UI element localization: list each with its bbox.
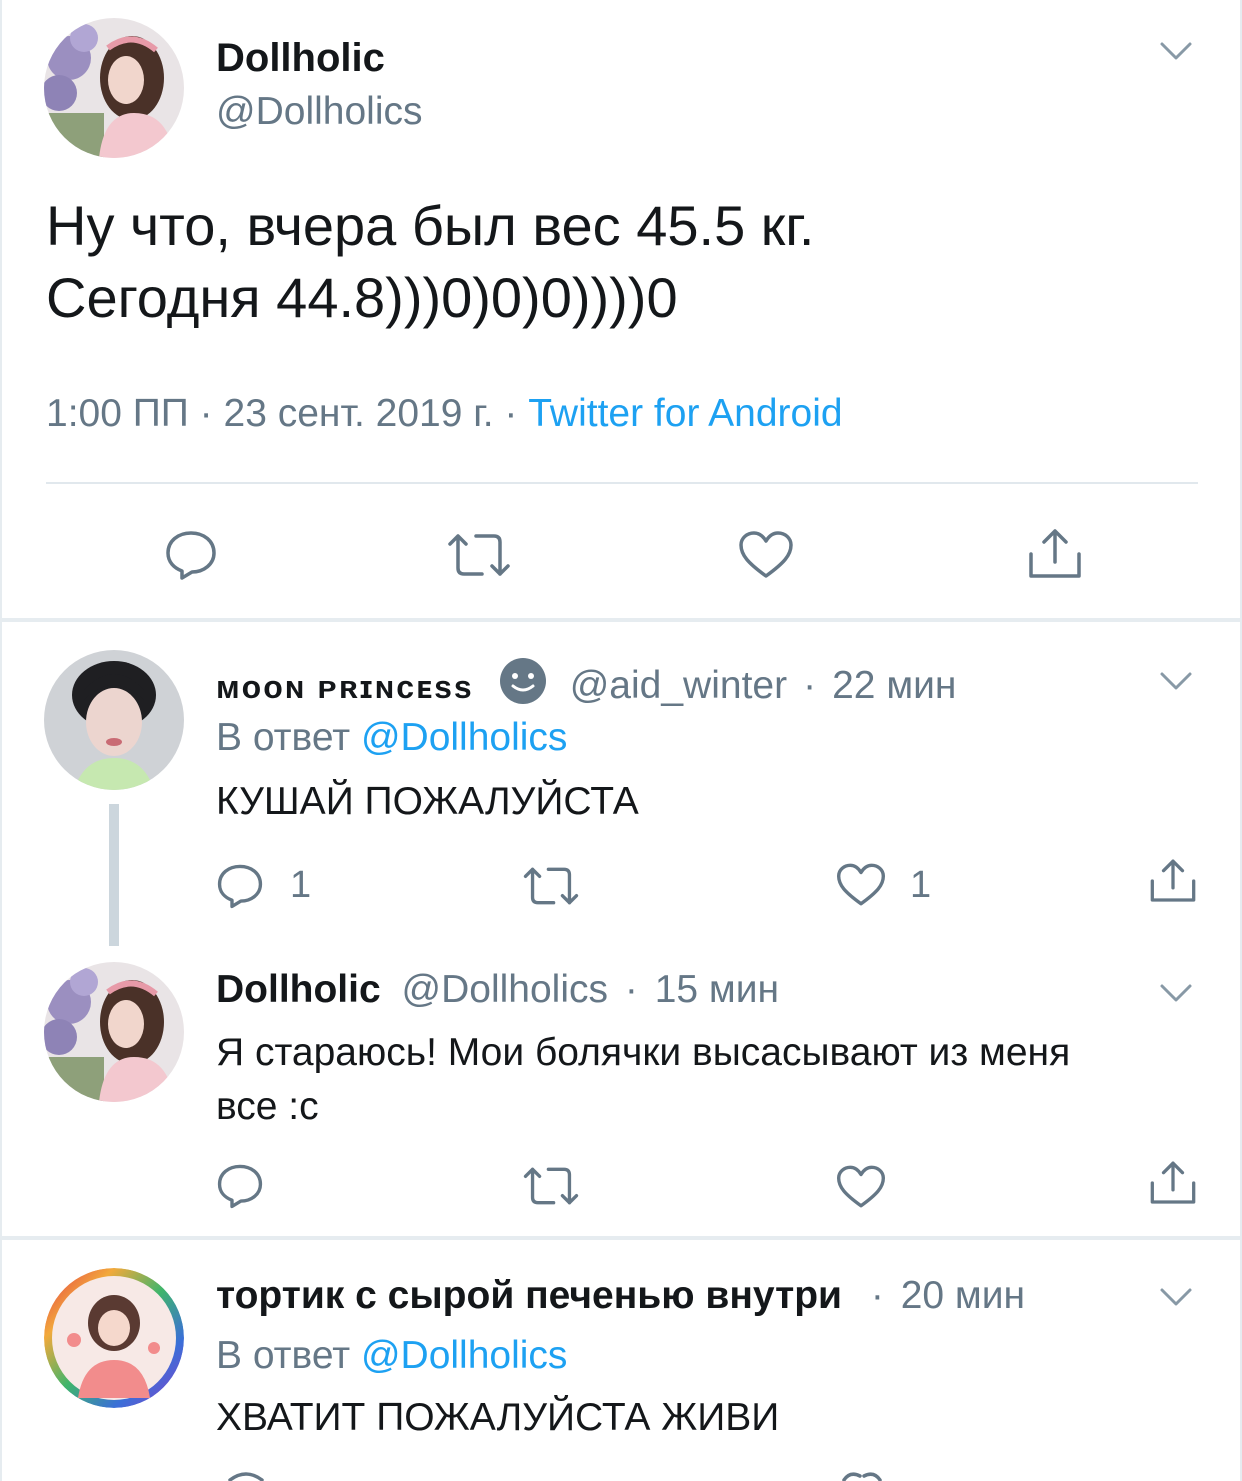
tweet-text-line: Я стараюсь! Мои болячки высасывают из ме… <box>216 1031 1071 1074</box>
meta-separator: · <box>870 1274 884 1317</box>
share-icon[interactable] <box>1026 526 1084 582</box>
retweet-icon[interactable] <box>522 1164 580 1208</box>
tweet-text-line: Сегодня 44.8)))0)0)0))))0 <box>46 266 678 329</box>
author-handle[interactable]: @Dollholics <box>402 968 608 1011</box>
share-icon[interactable] <box>1148 1158 1198 1208</box>
reply-header: тортик с сырой печенью внутри · 20 мин <box>216 1272 1025 1320</box>
chevron-down-icon[interactable] <box>1158 666 1194 696</box>
tweet-time: 1:00 ПП <box>46 392 189 435</box>
tweet-text: Я стараюсь! Мои болячки высасывают из ме… <box>216 1026 1070 1134</box>
chevron-down-icon[interactable] <box>1158 1282 1194 1312</box>
reply-to: В ответ @Dollholics <box>216 1332 567 1380</box>
meta-separator: · <box>803 664 817 707</box>
tweet-text-line: все :с <box>216 1085 319 1128</box>
avatar[interactable] <box>44 1268 184 1408</box>
reply-header: Dollholic @Dollholics · 15 мин <box>216 966 779 1014</box>
thread-line <box>109 804 119 946</box>
chevron-down-icon[interactable] <box>1158 978 1194 1008</box>
reply-icon[interactable] <box>164 528 218 582</box>
reply-to-prefix: В ответ <box>216 1334 351 1377</box>
like-icon[interactable] <box>836 1164 886 1210</box>
author-handle[interactable]: @aid_winter <box>570 664 787 707</box>
reply-header: ᴍᴏᴏɴ ᴘʀɪɴᴄᴇss @aid_winter · 22 мин <box>216 656 956 711</box>
like-icon[interactable] <box>836 862 886 908</box>
divider <box>0 618 1242 622</box>
divider <box>46 482 1198 484</box>
author-name[interactable]: тортик с сырой печенью внутри <box>216 1274 842 1317</box>
like-count: 1 <box>910 864 932 906</box>
reply-icon[interactable] <box>226 1470 266 1481</box>
avatar[interactable] <box>44 650 184 790</box>
tweet-text: Ну что, вчера был вес 45.5 кг. Сегодня 4… <box>46 190 814 334</box>
reply-to: В ответ @Dollholics <box>216 714 567 762</box>
retweet-icon[interactable] <box>446 530 512 580</box>
smiley-emoji-icon <box>498 656 548 706</box>
author-name[interactable]: Dollholic <box>216 34 385 82</box>
reply-to-prefix: В ответ <box>216 716 351 759</box>
reply-icon[interactable] <box>216 862 264 910</box>
like-icon[interactable] <box>840 1470 884 1481</box>
tweet-text-line: Ну что, вчера был вес 45.5 кг. <box>46 194 815 257</box>
reply-to-handle[interactable]: @Dollholics <box>361 716 567 759</box>
tweet-time[interactable]: 22 мин <box>832 664 956 707</box>
reply-count: 1 <box>290 864 312 906</box>
avatar[interactable] <box>44 18 184 158</box>
tweet-text: ХВАТИТ ПОЖАЛУЙСТА ЖИВИ <box>216 1396 780 1439</box>
tweet-source-link[interactable]: Twitter for Android <box>528 392 842 435</box>
avatar[interactable] <box>44 962 184 1102</box>
author-name[interactable]: Dollholic <box>216 968 381 1011</box>
share-icon[interactable] <box>1148 856 1198 906</box>
author-name[interactable]: ᴍᴏᴏɴ ᴘʀɪɴᴄᴇss <box>216 669 474 705</box>
retweet-icon[interactable] <box>522 864 580 908</box>
chevron-down-icon[interactable] <box>1158 36 1194 66</box>
meta-separator: · <box>624 968 638 1011</box>
meta-separator: · <box>504 392 518 435</box>
tweet-time[interactable]: 15 мин <box>655 968 779 1011</box>
tweet-time[interactable]: 20 мин <box>901 1274 1025 1317</box>
reply-icon[interactable] <box>216 1162 264 1210</box>
meta-separator: · <box>199 392 213 435</box>
divider <box>0 1236 1242 1240</box>
reply-to-handle[interactable]: @Dollholics <box>361 1334 567 1377</box>
left-border <box>0 0 2 1481</box>
tweet-meta: 1:00 ПП · 23 сент. 2019 г. · Twitter for… <box>46 390 843 438</box>
tweet-date: 23 сент. 2019 г. <box>223 392 494 435</box>
author-handle[interactable]: @Dollholics <box>216 88 422 136</box>
like-icon[interactable] <box>738 530 794 580</box>
tweet-text: КУШАЙ ПОЖАЛУЙСТА <box>216 780 639 823</box>
